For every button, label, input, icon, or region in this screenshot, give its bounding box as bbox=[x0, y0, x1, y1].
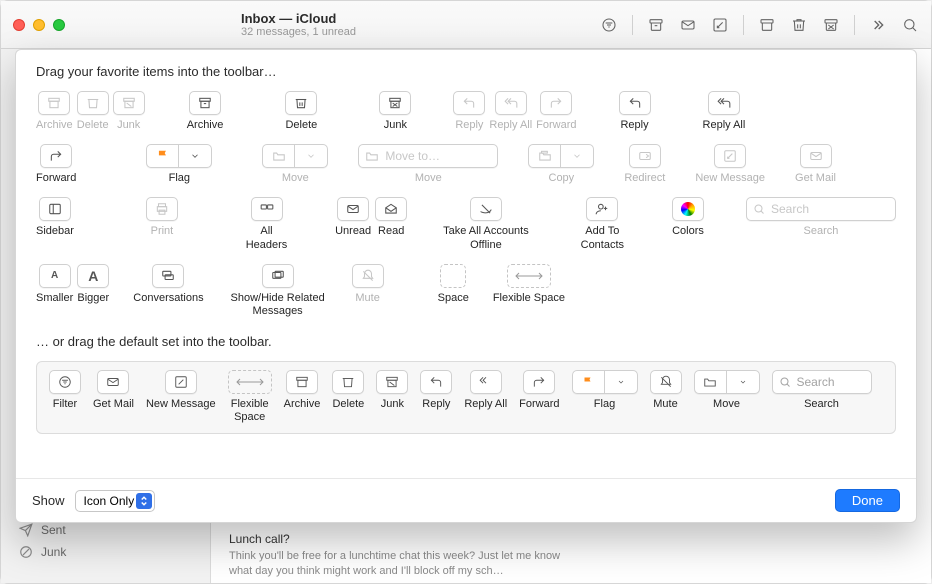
color-wheel-icon bbox=[681, 202, 695, 216]
palette-smaller[interactable]: ASmaller bbox=[36, 264, 73, 305]
search-icon[interactable] bbox=[901, 16, 919, 34]
palette-flag[interactable]: Flag bbox=[146, 144, 212, 185]
done-button[interactable]: Done bbox=[835, 489, 900, 512]
message-preview: Lunch call? Think you'll be free for a l… bbox=[229, 531, 571, 579]
customize-toolbar-sheet: Drag your favorite items into the toolba… bbox=[15, 49, 917, 523]
palette-archive[interactable]: Archive bbox=[187, 91, 224, 132]
toolbar bbox=[600, 15, 919, 35]
trash-icon[interactable] bbox=[790, 16, 808, 34]
show-label: Show bbox=[32, 493, 65, 508]
palette-colors[interactable]: Colors bbox=[672, 197, 704, 238]
sidebar-item-label: Junk bbox=[41, 545, 66, 559]
palette-replyall[interactable]: Reply All bbox=[703, 91, 746, 132]
palette-redirect[interactable]: Redirect bbox=[624, 144, 665, 185]
archive-icon-2[interactable] bbox=[758, 16, 776, 34]
junk-icon[interactable] bbox=[822, 16, 840, 34]
default-replyall[interactable]: Reply All bbox=[464, 370, 507, 411]
palette-unread[interactable]: Unread bbox=[335, 197, 371, 238]
compose-icon[interactable] bbox=[711, 16, 729, 34]
minimize-window[interactable] bbox=[33, 19, 45, 31]
chevron-updown-icon bbox=[136, 493, 152, 509]
palette-junk[interactable]: Junk bbox=[379, 91, 411, 132]
sheet-instructions-top: Drag your favorite items into the toolba… bbox=[36, 64, 896, 79]
sheet-footer: Show Icon Only Done bbox=[16, 478, 916, 522]
message-snippet: Think you'll be free for a lunchtime cha… bbox=[229, 549, 571, 579]
sheet-instructions-bottom: … or drag the default set into the toolb… bbox=[36, 334, 896, 349]
palette-allheaders[interactable]: All Headers bbox=[240, 197, 293, 251]
sidebar-item-junk[interactable]: Junk bbox=[1, 541, 210, 563]
palette-reply[interactable]: Reply bbox=[619, 91, 651, 132]
palette-conversations[interactable]: Conversations bbox=[133, 264, 203, 305]
default-getmail[interactable]: Get Mail bbox=[93, 370, 134, 411]
palette-mute[interactable]: Mute bbox=[352, 264, 384, 305]
palette-addcontacts[interactable]: Add To Contacts bbox=[565, 197, 640, 251]
palette-delete[interactable]: Delete bbox=[285, 91, 317, 132]
message-subject: Lunch call? bbox=[229, 531, 571, 547]
palette-flexspace[interactable]: Flexible Space bbox=[493, 264, 565, 305]
titlebar: Inbox — iCloud 32 messages, 1 unread bbox=[1, 1, 931, 49]
close-window[interactable] bbox=[13, 19, 25, 31]
default-flag[interactable]: Flag bbox=[572, 370, 638, 411]
palette-copy[interactable]: Copy bbox=[528, 144, 594, 185]
palette-archive-small[interactable]: Archive bbox=[36, 91, 73, 132]
default-junk[interactable]: Junk bbox=[376, 370, 408, 411]
show-mode-select[interactable]: Icon Only bbox=[75, 490, 156, 512]
palette-space[interactable]: Space bbox=[438, 264, 469, 305]
palette-showhide[interactable]: Show/Hide Related Messages bbox=[228, 264, 328, 318]
palette-delete-small[interactable]: Delete bbox=[77, 91, 109, 132]
window-subtitle: 32 messages, 1 unread bbox=[241, 26, 600, 38]
palette-sidebar[interactable]: Sidebar bbox=[36, 197, 74, 238]
default-reply[interactable]: Reply bbox=[420, 370, 452, 411]
window-controls bbox=[13, 19, 65, 31]
zoom-window[interactable] bbox=[53, 19, 65, 31]
toolbar-palette: Archive Delete Junk Archive Delete Junk … bbox=[36, 91, 896, 318]
sidebar-item-label: Sent bbox=[41, 523, 66, 537]
default-mute[interactable]: Mute bbox=[650, 370, 682, 411]
palette-bigger[interactable]: ABigger bbox=[77, 264, 109, 305]
default-delete[interactable]: Delete bbox=[332, 370, 364, 411]
default-archive[interactable]: Archive bbox=[284, 370, 321, 411]
palette-offline[interactable]: Take All Accounts Offline bbox=[439, 197, 533, 251]
more-icon[interactable] bbox=[869, 16, 887, 34]
palette-reply-small[interactable]: Reply bbox=[453, 91, 485, 132]
default-flexspace[interactable]: Flexible Space bbox=[228, 370, 272, 424]
palette-getmail[interactable]: Get Mail bbox=[795, 144, 836, 185]
default-toolbar-set[interactable]: Filter Get Mail New Message Flexible Spa… bbox=[36, 361, 896, 433]
palette-print[interactable]: Print bbox=[146, 197, 178, 238]
archive-icon[interactable] bbox=[647, 16, 665, 34]
palette-forward-small[interactable]: Forward bbox=[536, 91, 576, 132]
palette-newmessage[interactable]: New Message bbox=[695, 144, 765, 185]
mail-window: Sent Junk Lunch call? Think you'll be fr… bbox=[0, 0, 932, 584]
getmail-icon[interactable] bbox=[679, 16, 697, 34]
filter-icon[interactable] bbox=[600, 16, 618, 34]
palette-move-menu[interactable]: Move bbox=[262, 144, 328, 185]
default-search[interactable]: SearchSearch bbox=[772, 370, 872, 411]
header-info: Inbox — iCloud 32 messages, 1 unread bbox=[81, 11, 600, 38]
default-move[interactable]: Move bbox=[694, 370, 760, 411]
default-forward[interactable]: Forward bbox=[519, 370, 559, 411]
default-newmsg[interactable]: New Message bbox=[146, 370, 216, 411]
palette-replyall-small[interactable]: Reply All bbox=[489, 91, 532, 132]
palette-junk-small[interactable]: Junk bbox=[113, 91, 145, 132]
palette-search[interactable]: SearchSearch bbox=[746, 197, 896, 238]
default-filter[interactable]: Filter bbox=[49, 370, 81, 411]
palette-forward[interactable]: Forward bbox=[36, 144, 76, 185]
window-title: Inbox — iCloud bbox=[241, 11, 600, 26]
palette-moveto[interactable]: Move to…Move bbox=[358, 144, 498, 185]
palette-read[interactable]: Read bbox=[375, 197, 407, 238]
show-mode-value: Icon Only bbox=[84, 494, 135, 508]
